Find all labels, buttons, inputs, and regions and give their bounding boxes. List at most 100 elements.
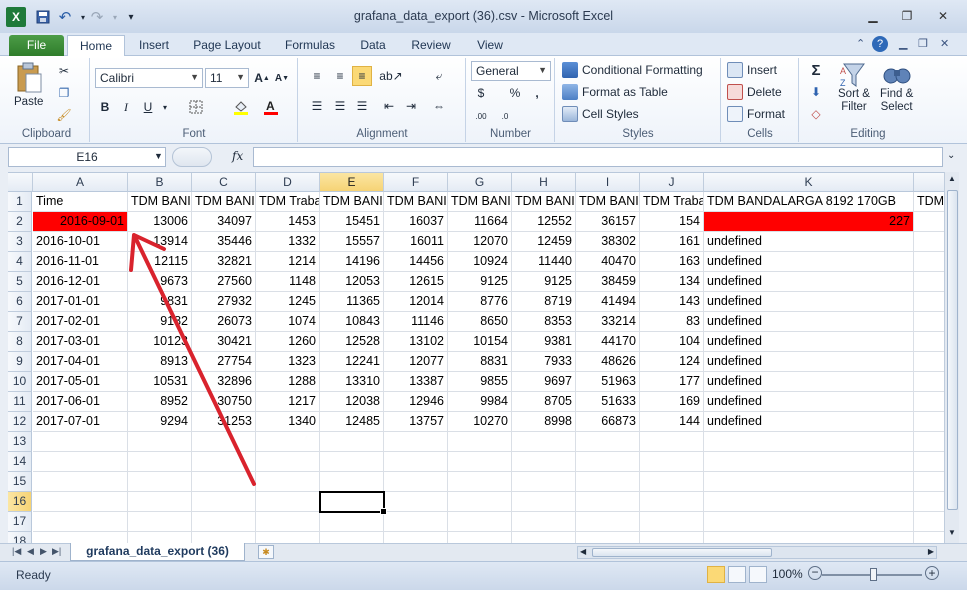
cell-j1[interactable]: TDM Traba — [640, 192, 704, 212]
tab-data[interactable]: Data — [354, 35, 392, 56]
copy-icon[interactable]: ❐ — [54, 83, 74, 103]
cell-g15[interactable] — [448, 472, 512, 492]
cell-l12[interactable] — [914, 412, 944, 432]
cell-a3[interactable]: 2016-10-01 — [33, 232, 128, 252]
cell-a2[interactable]: 2016-09-01 — [33, 212, 128, 232]
font-color-icon[interactable]: A — [261, 97, 281, 117]
cell-b6[interactable]: 9831 — [128, 292, 192, 312]
cell-k16[interactable] — [704, 492, 914, 512]
number-format-combo[interactable]: General ▼ — [471, 61, 551, 81]
cell-l18[interactable] — [914, 532, 944, 543]
cell-d9[interactable]: 1323 — [256, 352, 320, 372]
cell-c7[interactable]: 26073 — [192, 312, 256, 332]
cell-g9[interactable]: 8831 — [448, 352, 512, 372]
cell-e14[interactable] — [320, 452, 384, 472]
cell-h14[interactable] — [512, 452, 576, 472]
fill-icon[interactable]: ⬇ — [806, 82, 826, 102]
cell-k6[interactable]: undefined — [704, 292, 914, 312]
cell-i5[interactable]: 38459 — [576, 272, 640, 292]
page-layout-view-icon[interactable] — [728, 566, 746, 583]
cell-h7[interactable]: 8353 — [512, 312, 576, 332]
cell-f5[interactable]: 12615 — [384, 272, 448, 292]
cell-g14[interactable] — [448, 452, 512, 472]
cell-i2[interactable]: 36157 — [576, 212, 640, 232]
cell-b2[interactable]: 13006 — [128, 212, 192, 232]
cell-e9[interactable]: 12241 — [320, 352, 384, 372]
bold-button[interactable]: B — [95, 97, 115, 117]
formula-input[interactable] — [253, 147, 943, 167]
cell-d3[interactable]: 1332 — [256, 232, 320, 252]
cell-c11[interactable]: 30750 — [192, 392, 256, 412]
cell-b1[interactable]: TDM BANI — [128, 192, 192, 212]
cell-g2[interactable]: 11664 — [448, 212, 512, 232]
cell-f9[interactable]: 12077 — [384, 352, 448, 372]
scroll-left-icon[interactable]: ◀ — [580, 547, 586, 556]
cell-h15[interactable] — [512, 472, 576, 492]
cell-e7[interactable]: 10843 — [320, 312, 384, 332]
cell-i18[interactable] — [576, 532, 640, 543]
cell-k18[interactable] — [704, 532, 914, 543]
zoom-out-icon[interactable]: − — [808, 566, 822, 580]
insert-sheet-icon[interactable]: ✱ — [258, 545, 274, 559]
cell-j6[interactable]: 143 — [640, 292, 704, 312]
last-sheet-icon[interactable]: ▶| — [52, 546, 61, 557]
insert-cells-button[interactable]: Insert — [727, 62, 777, 78]
cell-f4[interactable]: 14456 — [384, 252, 448, 272]
cell-b10[interactable]: 10531 — [128, 372, 192, 392]
cell-d15[interactable] — [256, 472, 320, 492]
cell-j7[interactable]: 83 — [640, 312, 704, 332]
cell-d13[interactable] — [256, 432, 320, 452]
cell-a5[interactable]: 2016-12-01 — [33, 272, 128, 292]
cell-g16[interactable] — [448, 492, 512, 512]
cell-h2[interactable]: 12552 — [512, 212, 576, 232]
cell-l2[interactable] — [914, 212, 944, 232]
merge-center-icon[interactable]: ⇔ — [429, 96, 449, 116]
cell-h12[interactable]: 8998 — [512, 412, 576, 432]
column-header-k[interactable]: K — [704, 173, 914, 192]
decrease-decimal-icon[interactable]: .0 — [495, 106, 515, 126]
cell-b8[interactable]: 10123 — [128, 332, 192, 352]
column-header-h[interactable]: H — [512, 173, 576, 192]
cell-l13[interactable] — [914, 432, 944, 452]
row-header-11[interactable]: 11 — [8, 392, 32, 412]
cell-f6[interactable]: 12014 — [384, 292, 448, 312]
cell-l8[interactable] — [914, 332, 944, 352]
cell-j18[interactable] — [640, 532, 704, 543]
cell-i15[interactable] — [576, 472, 640, 492]
vertical-scroll-thumb[interactable] — [947, 190, 958, 510]
cell-a7[interactable]: 2017-02-01 — [33, 312, 128, 332]
cell-a1[interactable]: Time — [33, 192, 128, 212]
help-icon[interactable]: ? — [872, 36, 888, 52]
cell-h17[interactable] — [512, 512, 576, 532]
cell-f12[interactable]: 13757 — [384, 412, 448, 432]
align-middle-icon[interactable]: ≡ — [330, 66, 350, 86]
font-name-combo[interactable]: Calibri ▼ — [95, 68, 203, 88]
cell-h6[interactable]: 8719 — [512, 292, 576, 312]
cell-l15[interactable] — [914, 472, 944, 492]
row-header-8[interactable]: 8 — [8, 332, 32, 352]
workbook-close-icon[interactable]: ✕ — [940, 37, 949, 50]
cell-k10[interactable]: undefined — [704, 372, 914, 392]
cell-l7[interactable] — [914, 312, 944, 332]
row-header-13[interactable]: 13 — [8, 432, 32, 452]
cell-l1[interactable]: TDM — [914, 192, 944, 212]
minimize-ribbon-icon[interactable]: ⌃ — [856, 37, 865, 50]
row-header-9[interactable]: 9 — [8, 352, 32, 372]
cell-g8[interactable]: 10154 — [448, 332, 512, 352]
cell-l16[interactable] — [914, 492, 944, 512]
column-header-c[interactable]: C — [192, 173, 256, 192]
cell-k5[interactable]: undefined — [704, 272, 914, 292]
cell-c8[interactable]: 30421 — [192, 332, 256, 352]
cell-g3[interactable]: 12070 — [448, 232, 512, 252]
cell-b16[interactable] — [128, 492, 192, 512]
cell-a9[interactable]: 2017-04-01 — [33, 352, 128, 372]
align-top-icon[interactable]: ≡ — [307, 66, 327, 86]
decrease-indent-icon[interactable]: ⇤ — [379, 96, 399, 116]
next-sheet-icon[interactable]: ▶ — [40, 546, 47, 557]
cell-a4[interactable]: 2016-11-01 — [33, 252, 128, 272]
cell-g11[interactable]: 9984 — [448, 392, 512, 412]
page-break-view-icon[interactable] — [749, 566, 767, 583]
find-select-button[interactable]: Find & Select — [880, 62, 913, 114]
cell-e11[interactable]: 12038 — [320, 392, 384, 412]
zoom-in-icon[interactable]: + — [925, 566, 939, 580]
